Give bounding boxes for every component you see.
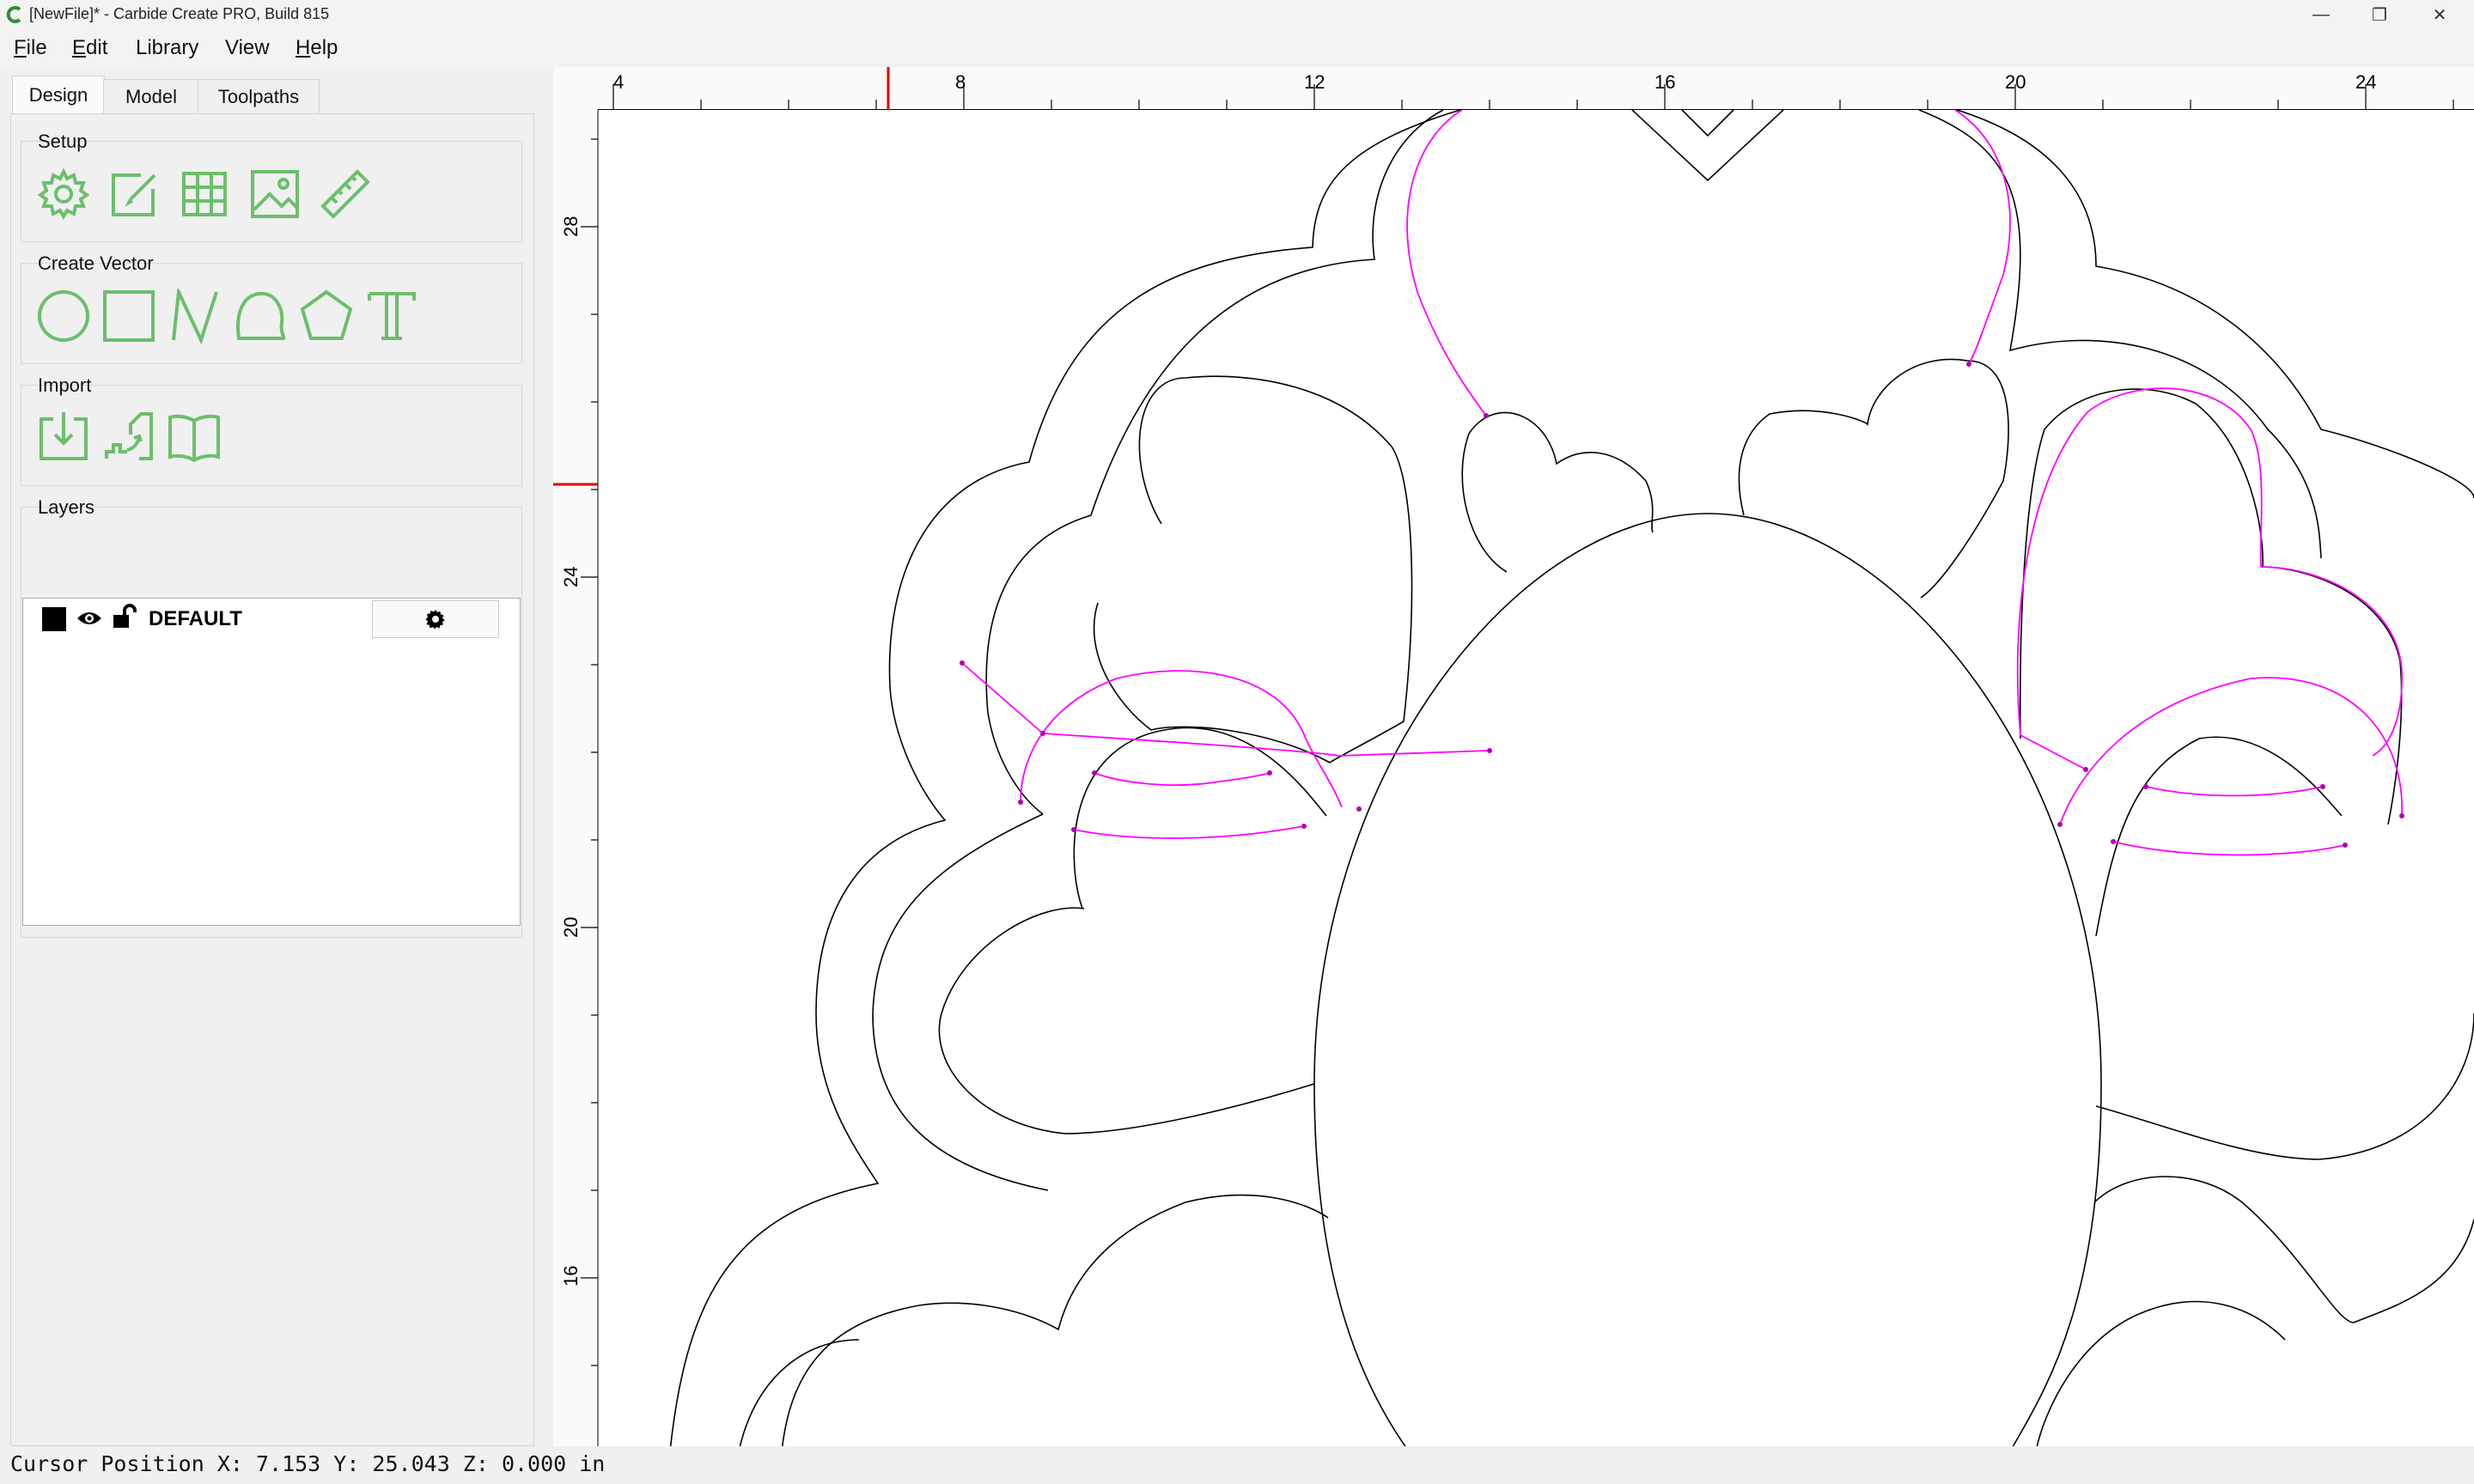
grid-icon[interactable]	[177, 167, 232, 222]
maximize-button[interactable]: ❐	[2350, 0, 2409, 29]
design-canvas[interactable]: 4 8 12 16 20 24 28 24 20 16	[553, 67, 2474, 1448]
ruler-label-y: 28	[560, 216, 582, 237]
menu-view[interactable]: View	[225, 36, 270, 60]
ruler-label-x: 12	[1304, 71, 1325, 93]
close-button[interactable]: ✕	[2410, 0, 2469, 29]
menu-bar: File Edit Library View Help	[0, 29, 2474, 69]
tab-model[interactable]: Model	[103, 79, 199, 114]
menu-library[interactable]: Library	[136, 36, 198, 60]
ruler-label-y: 16	[560, 1266, 582, 1286]
create-vector-title: Create Vector	[38, 252, 154, 274]
book-icon[interactable]	[167, 409, 222, 464]
setup-title: Setup	[38, 131, 88, 152]
rectangle-icon[interactable]	[101, 289, 156, 344]
layers-title: Layers	[38, 496, 95, 518]
ruler-label-y: 20	[560, 917, 582, 938]
window-title: [NewFile]* - Carbide Create PRO, Build 8…	[29, 5, 330, 22]
layer-row[interactable]: DEFAULT	[23, 599, 520, 640]
status-bar: Cursor Position X: 7.153 Y: 25.043 Z: 0.…	[0, 1446, 2474, 1484]
edit-icon[interactable]	[107, 167, 161, 222]
layer-settings-button[interactable]	[372, 600, 499, 638]
ruler-label-x: 24	[2355, 71, 2376, 93]
ruler-corner	[553, 67, 598, 110]
layer-color-swatch[interactable]	[42, 607, 66, 631]
left-ruler[interactable]	[553, 67, 599, 1448]
stair-icon[interactable]	[101, 409, 156, 464]
polygon-icon[interactable]	[299, 289, 354, 344]
menu-edit[interactable]: Edit	[72, 36, 107, 60]
unlock-icon[interactable]	[113, 604, 137, 629]
ruler-label-x: 4	[613, 71, 624, 93]
menu-file[interactable]: File	[14, 36, 47, 60]
menu-help[interactable]: Help	[296, 36, 338, 60]
cursor-position: Cursor Position X: 7.153 Y: 25.043 Z: 0.…	[10, 1451, 606, 1476]
import-title: Import	[38, 374, 92, 396]
ruler-label-x: 8	[955, 71, 966, 93]
curve-icon[interactable]	[234, 289, 289, 344]
gear-icon[interactable]	[36, 167, 91, 222]
layer-name[interactable]: DEFAULT	[149, 607, 242, 631]
text-icon[interactable]	[364, 289, 419, 344]
image-icon[interactable]	[247, 167, 302, 222]
minimize-button[interactable]: —	[2292, 0, 2350, 29]
tab-design[interactable]: Design	[12, 76, 105, 114]
carbide-create-icon	[6, 6, 21, 23]
ruler-icon[interactable]	[318, 167, 373, 222]
ruler-label-x: 20	[2005, 71, 2026, 93]
drawing-area[interactable]	[598, 110, 2474, 1448]
eye-icon[interactable]	[76, 609, 102, 628]
tab-toolpaths[interactable]: Toolpaths	[198, 79, 320, 114]
ruler-label-x: 16	[1654, 71, 1675, 93]
circle-icon[interactable]	[36, 289, 91, 344]
layers-list: DEFAULT	[22, 598, 521, 926]
gear-icon	[425, 610, 445, 629]
title-bar: [NewFile]* - Carbide Create PRO, Build 8…	[0, 0, 2474, 29]
ruler-label-y: 24	[560, 567, 582, 587]
import-group	[21, 385, 522, 486]
design-panel: Design Model Toolpaths Setup Create Vect…	[0, 69, 550, 1446]
polyline-icon[interactable]	[167, 285, 222, 345]
top-ruler[interactable]	[598, 67, 2474, 110]
import-icon[interactable]	[36, 409, 91, 464]
